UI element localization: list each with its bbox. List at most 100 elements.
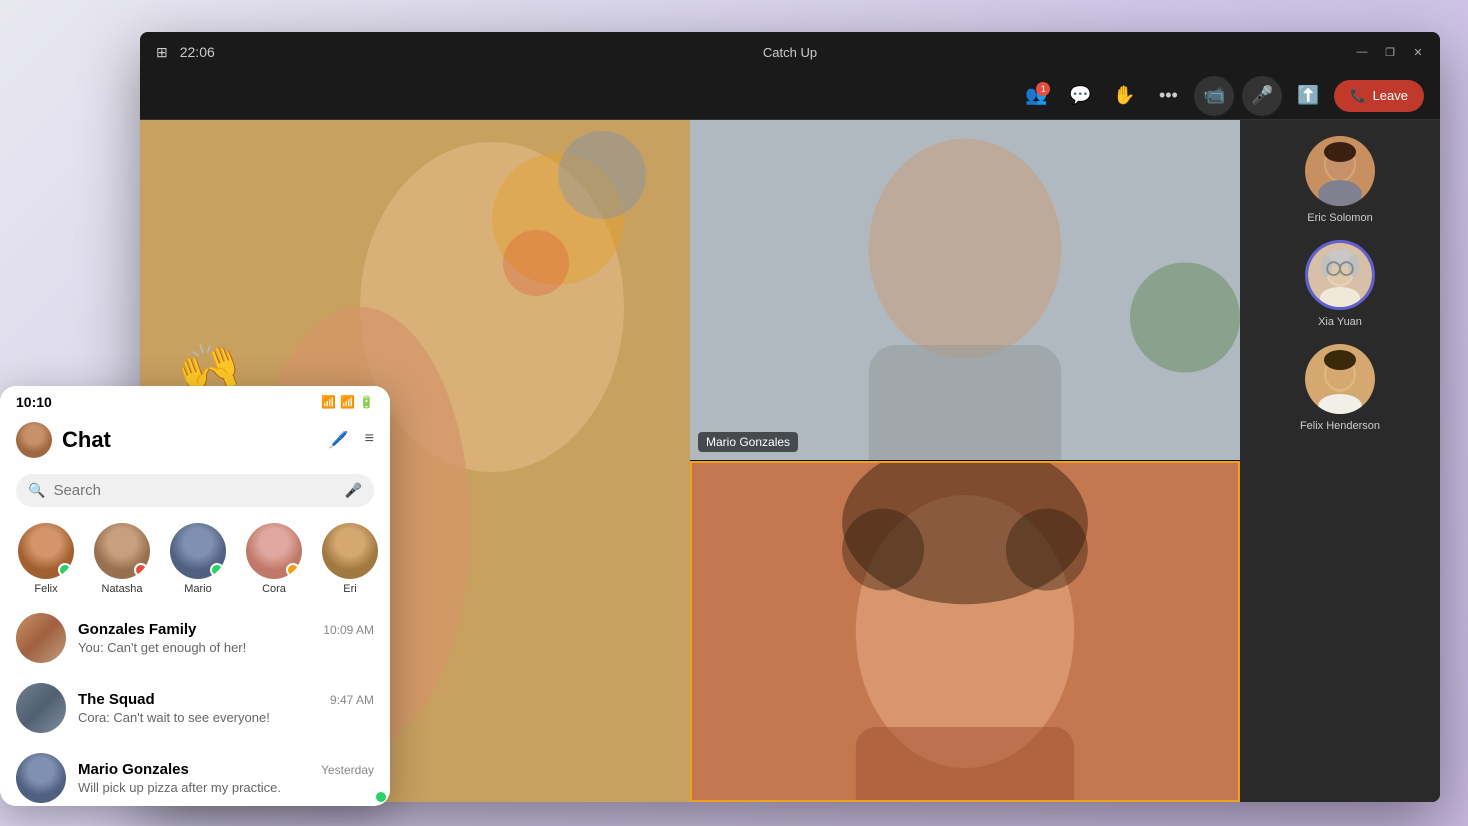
mic-icon: 🎤 <box>1251 85 1273 106</box>
video-placeholder-woman <box>692 463 1238 800</box>
window-controls: — ❐ ✕ <box>1356 46 1424 58</box>
story-felix[interactable]: Felix <box>16 523 76 595</box>
mario-name-label: Mario Gonzales <box>698 432 798 452</box>
filter-icon[interactable]: ≡ <box>365 430 374 450</box>
mic-button[interactable]: 🎤 <box>1242 76 1282 116</box>
cora-status-dot <box>286 563 300 577</box>
chat-avatar-mario <box>16 753 66 803</box>
story-cora[interactable]: Cora <box>244 523 304 595</box>
natasha-status-dot <box>134 563 148 577</box>
chat-avatar-gonzales <box>16 613 66 663</box>
felix-name-label: Felix Henderson <box>1300 420 1380 432</box>
video-placeholder-man <box>690 120 1240 460</box>
participant-xia: Xia Yuan <box>1305 240 1375 328</box>
story-avatar-felix <box>18 523 74 579</box>
xia-name-label: Xia Yuan <box>1318 316 1362 328</box>
mobile-overlay: 10:10 📶 📶 🔋 Chat 🖊️ ≡ 🔍 🎤 Felix <box>0 386 390 806</box>
mobile-status-bar: 10:10 📶 📶 🔋 <box>0 386 390 414</box>
felix-status-dot <box>58 563 72 577</box>
chat-title: Chat <box>62 427 111 453</box>
close-button[interactable]: ✕ <box>1412 46 1424 58</box>
story-avatar-cora <box>246 523 302 579</box>
wifi-icon: 📶 <box>321 395 336 409</box>
eric-face <box>1305 136 1375 206</box>
story-name-natasha: Natasha <box>102 583 143 595</box>
chat-name-row-mario: Mario Gonzales Yesterday <box>78 761 374 778</box>
story-avatar-eri <box>322 523 378 579</box>
participants-button[interactable]: 👥 1 <box>1018 78 1054 114</box>
chat-time-squad: 9:47 AM <box>330 693 374 707</box>
chat-preview-gonzales: You: Can't get enough of her! <box>78 640 374 655</box>
eric-avatar-svg <box>1305 136 1375 206</box>
grid-icon[interactable]: ⊞ <box>156 44 168 61</box>
mobile-status-icons: 📶 📶 🔋 <box>321 395 374 409</box>
leave-button[interactable]: 📞 Leave <box>1334 80 1424 112</box>
felix-avatar-svg <box>1305 344 1375 414</box>
avatar-eric <box>1305 136 1375 206</box>
signal-icon: 📶 <box>340 395 355 409</box>
minimize-button[interactable]: — <box>1356 46 1368 58</box>
leave-label: Leave <box>1373 88 1408 103</box>
story-eri[interactable]: Eri <box>320 523 380 595</box>
share-button[interactable]: ⬆️ <box>1290 78 1326 114</box>
mic-search-icon[interactable]: 🎤 <box>345 482 362 499</box>
avatar-xia <box>1305 240 1375 310</box>
chat-item-mario[interactable]: Mario Gonzales Yesterday Will pick up pi… <box>0 743 390 806</box>
mobile-chat-title: Chat <box>16 422 111 458</box>
chat-name-row-gonzales: Gonzales Family 10:09 AM <box>78 621 374 638</box>
chat-info-gonzales: Gonzales Family 10:09 AM You: Can't get … <box>78 621 374 655</box>
chat-item-squad[interactable]: The Squad 9:47 AM Cora: Can't wait to se… <box>0 673 390 743</box>
more-button[interactable]: ••• <box>1150 78 1186 114</box>
chat-item-gonzales[interactable]: Gonzales Family 10:09 AM You: Can't get … <box>0 603 390 673</box>
mario-status-dot <box>210 563 224 577</box>
more-icon: ••• <box>1159 85 1178 106</box>
mobile-avatar <box>16 422 52 458</box>
mobile-time: 10:10 <box>16 394 52 410</box>
chat-time-mario: Yesterday <box>321 763 374 777</box>
chat-button[interactable]: 💬 <box>1062 78 1098 114</box>
eric-name-label: Eric Solomon <box>1307 212 1372 224</box>
participant-eric: Eric Solomon <box>1305 136 1375 224</box>
side-panel: Eric Solomon <box>1240 120 1440 802</box>
story-name-felix: Felix <box>34 583 57 595</box>
story-row: Felix Natasha Mario Cora Eri <box>0 515 390 603</box>
phone-icon: 📞 <box>1350 88 1366 104</box>
story-name-cora: Cora <box>262 583 286 595</box>
story-name-mario: Mario <box>184 583 212 595</box>
story-mario[interactable]: Mario <box>168 523 228 595</box>
share-icon: ⬆️ <box>1297 85 1319 106</box>
chat-name-squad: The Squad <box>78 691 155 708</box>
video-cell-bottom-right <box>690 461 1240 802</box>
time-display: 22:06 <box>180 44 215 60</box>
restore-button[interactable]: ❐ <box>1384 46 1396 58</box>
search-bar[interactable]: 🔍 🎤 <box>16 474 374 507</box>
chat-preview-mario: Will pick up pizza after my practice. <box>78 780 374 795</box>
felix-face <box>1305 344 1375 414</box>
video-cell-top-right: Mario Gonzales <box>690 120 1240 461</box>
title-bar: ⊞ 22:06 Catch Up — ❐ ✕ <box>140 32 1440 72</box>
xia-face <box>1308 243 1372 307</box>
story-natasha[interactable]: Natasha <box>92 523 152 595</box>
reactions-button[interactable]: ✋ <box>1106 78 1142 114</box>
toolbar: 👥 1 💬 ✋ ••• 📹 🎤 ⬆️ 📞 Leave <box>140 72 1440 120</box>
compose-icon[interactable]: 🖊️ <box>329 430 349 450</box>
story-avatar-natasha <box>94 523 150 579</box>
story-avatar-mario <box>170 523 226 579</box>
chat-name-gonzales: Gonzales Family <box>78 621 196 638</box>
avatar-felix <box>1305 344 1375 414</box>
chat-name-row-squad: The Squad 9:47 AM <box>78 691 374 708</box>
search-input[interactable] <box>53 482 336 499</box>
title-bar-left: ⊞ 22:06 <box>156 44 215 61</box>
chat-time-gonzales: 10:09 AM <box>323 623 374 637</box>
chat-info-squad: The Squad 9:47 AM Cora: Can't wait to se… <box>78 691 374 725</box>
video-bg-woman <box>692 463 1238 800</box>
reactions-icon: ✋ <box>1113 85 1135 106</box>
video-bg-man <box>690 120 1240 460</box>
story-name-eri: Eri <box>343 583 356 595</box>
video-button[interactable]: 📹 <box>1194 76 1234 116</box>
battery-icon: 🔋 <box>359 395 374 409</box>
window-title: Catch Up <box>763 45 817 60</box>
chat-name-mario: Mario Gonzales <box>78 761 189 778</box>
chat-icon: 💬 <box>1069 85 1091 106</box>
chat-info-mario: Mario Gonzales Yesterday Will pick up pi… <box>78 761 374 795</box>
